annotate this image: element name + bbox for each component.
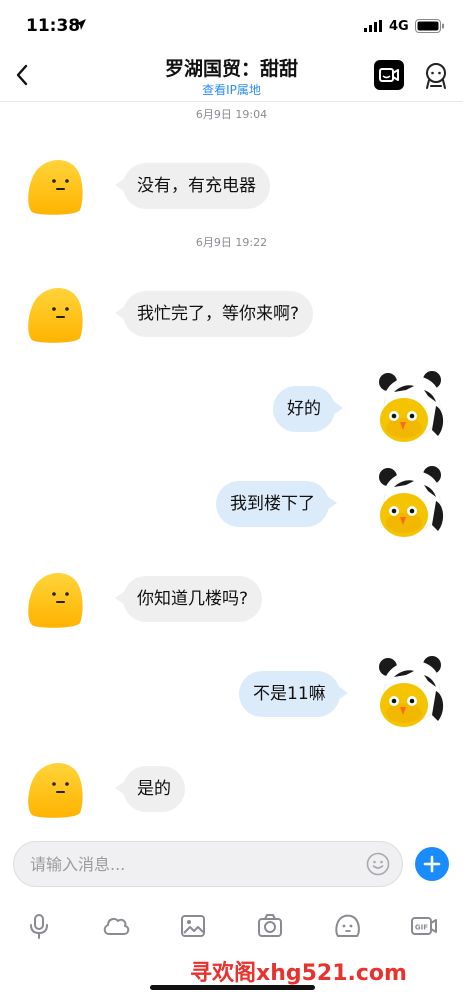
watermark-text: 寻欢阁xhg521.com bbox=[190, 961, 407, 986]
outgoing-message[interactable]: 好的 bbox=[273, 386, 343, 432]
microphone-icon[interactable] bbox=[24, 912, 54, 940]
home-indicator bbox=[150, 985, 315, 990]
contact-avatar[interactable] bbox=[24, 282, 86, 344]
video-icon bbox=[379, 68, 399, 82]
outgoing-message[interactable]: 不是11嘛 bbox=[239, 671, 348, 717]
message-input[interactable] bbox=[30, 842, 360, 886]
plus-icon bbox=[423, 855, 441, 873]
sticker-icon[interactable] bbox=[332, 912, 362, 940]
outgoing-message[interactable]: 我到楼下了 bbox=[216, 481, 337, 527]
user-avatar[interactable] bbox=[374, 655, 446, 727]
more-options-button[interactable] bbox=[415, 847, 449, 881]
gif-icon[interactable]: GIF bbox=[409, 912, 439, 940]
user-avatar[interactable] bbox=[374, 465, 446, 537]
incoming-message[interactable]: 没有，有充电器 bbox=[115, 163, 270, 209]
message-timestamp: 6月9日 19:04 bbox=[195, 108, 268, 121]
incoming-message[interactable]: 是的 bbox=[115, 766, 185, 812]
contact-avatar[interactable] bbox=[24, 154, 86, 216]
camera-icon[interactable] bbox=[255, 912, 285, 940]
location-arrow-icon bbox=[75, 19, 86, 30]
user-avatar[interactable] bbox=[374, 370, 446, 442]
battery-icon bbox=[415, 19, 444, 33]
video-call-button[interactable] bbox=[374, 60, 404, 90]
cloud-icon[interactable] bbox=[101, 912, 131, 940]
message-input-box bbox=[13, 841, 403, 887]
message-timestamp: 6月9日 19:22 bbox=[195, 236, 268, 249]
svg-text:GIF: GIF bbox=[415, 924, 428, 932]
signal-icon bbox=[364, 20, 382, 32]
incoming-message[interactable]: 你知道几楼吗? bbox=[114, 576, 263, 622]
image-icon[interactable] bbox=[178, 912, 208, 940]
contact-avatar[interactable] bbox=[24, 567, 86, 629]
status-time: 11:38 bbox=[26, 16, 81, 36]
contact-avatar[interactable] bbox=[24, 757, 86, 819]
emoji-button[interactable] bbox=[366, 852, 390, 876]
profile-button[interactable] bbox=[423, 62, 449, 90]
incoming-message[interactable]: 我忙完了，等你来啊? bbox=[114, 291, 314, 337]
chat-header: 罗湖国贸：甜甜 查看IP属地 bbox=[0, 50, 463, 102]
network-label: 4G bbox=[389, 19, 409, 34]
status-bar: 11:38 4G bbox=[0, 0, 463, 50]
